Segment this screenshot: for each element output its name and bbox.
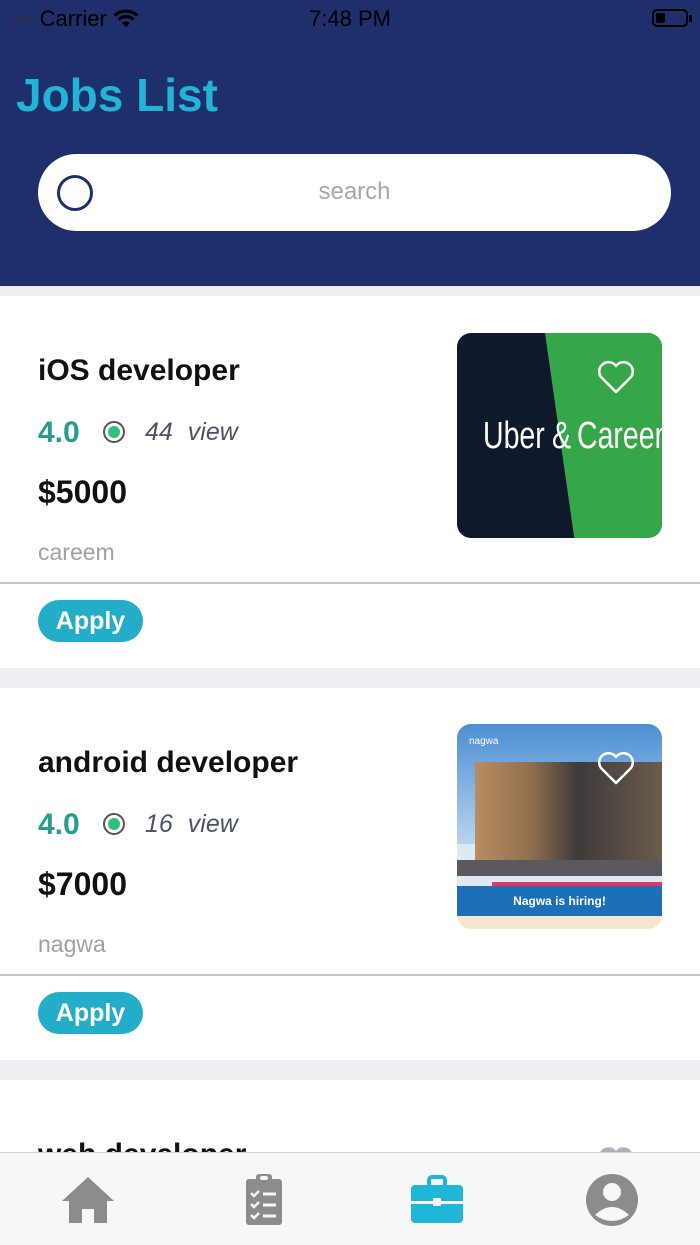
job-title: android developer [38,746,299,779]
company-image: Uber & Careem [457,333,662,538]
divider [0,582,700,584]
divider [0,974,700,976]
apply-button[interactable]: Apply [38,992,143,1034]
status-dot-icon [103,421,125,443]
job-card[interactable]: web developer [0,1080,700,1152]
home-icon[interactable] [58,1171,118,1229]
clipboard-icon[interactable] [234,1171,294,1229]
apply-button[interactable]: Apply [38,600,143,642]
job-title: iOS developer [38,354,240,387]
search-input[interactable]: search [38,178,671,206]
job-rating: 4.0 [38,416,80,449]
battery-icon [652,9,692,27]
search-bar[interactable]: search [38,154,671,231]
job-title: web developer [38,1138,246,1152]
tab-bar [0,1152,700,1245]
page-title: Jobs List [16,69,218,121]
hiring-banner: Nagwa is hiring! [457,886,662,916]
company-image: nagwa Nagwa is hiring! [457,724,662,929]
job-company: careem [38,539,115,565]
favorite-heart-icon[interactable] [596,748,636,788]
status-time: 7:48 PM [309,6,391,31]
job-views: 16 view [145,810,238,838]
nagwa-logo: nagwa [469,736,499,747]
job-views: 44 view [145,418,238,446]
favorite-heart-icon[interactable] [596,1142,636,1152]
status-bar: •••• Carrier 7:48 PM [0,0,700,40]
job-company: nagwa [38,931,106,957]
job-price: $5000 [38,474,127,510]
briefcase-icon[interactable] [407,1171,467,1229]
job-card[interactable]: iOS developer 4.0 44 view $5000 careem U… [0,296,700,668]
job-price: $7000 [38,866,127,902]
favorite-heart-icon[interactable] [596,357,636,397]
job-rating: 4.0 [38,808,80,841]
status-dot-icon [103,813,125,835]
profile-icon[interactable] [582,1171,642,1229]
job-card[interactable]: android developer 4.0 16 view $7000 nagw… [0,688,700,1060]
